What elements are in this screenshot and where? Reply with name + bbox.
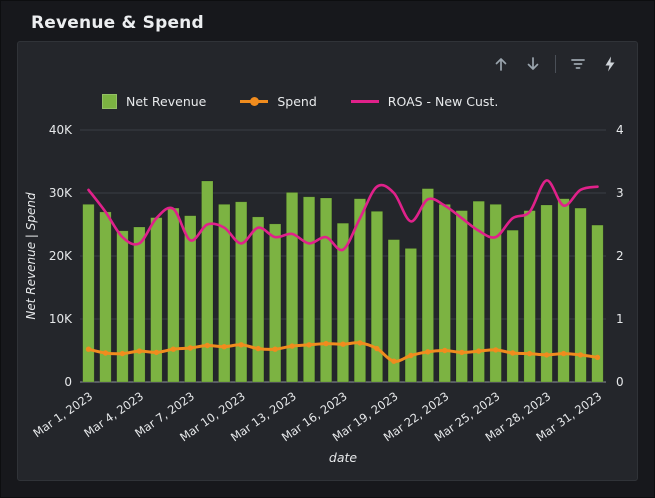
legend-item-net-revenue[interactable]: Net Revenue xyxy=(102,93,207,109)
spend-swatch xyxy=(240,96,269,106)
chart-area[interactable]: 0 10K 20K 30K 40K 0 1 2 3 4 Mar 1, 2023 Mar 4, 2023… xyxy=(20,118,636,474)
svg-text:Net Revenue | Spend: Net Revenue | Spend xyxy=(24,192,38,320)
filter-icon[interactable] xyxy=(565,52,591,76)
svg-text:20K: 20K xyxy=(48,249,72,263)
chart-canvas[interactable]: 010K20K30K40K01234Mar 1, 2023Mar 4, 2023… xyxy=(20,118,632,470)
svg-text:0: 0 xyxy=(64,375,72,389)
page-header: Revenue & Spend xyxy=(1,1,654,41)
legend-item-roas[interactable]: ROAS - New Cust. xyxy=(350,93,499,109)
chart-panel: Net Revenue Spend ROAS - New Cust. 0 10K 2… xyxy=(17,41,638,481)
page-title: Revenue & Spend xyxy=(31,13,204,33)
svg-text:2: 2 xyxy=(616,249,624,263)
legend-item-spend[interactable]: Spend xyxy=(240,93,317,109)
legend-label: ROAS - New Cust. xyxy=(387,93,499,109)
arrow-down-icon[interactable] xyxy=(520,52,546,76)
svg-text:3: 3 xyxy=(616,186,624,200)
arrow-up-icon[interactable] xyxy=(488,52,514,76)
roas-swatch xyxy=(350,99,379,103)
lightning-icon[interactable] xyxy=(597,52,623,76)
svg-text:0: 0 xyxy=(616,375,624,389)
svg-text:40K: 40K xyxy=(48,123,72,137)
toolbar-divider xyxy=(555,55,556,73)
legend-label: Spend xyxy=(277,93,317,109)
legend-label: Net Revenue xyxy=(126,93,207,109)
svg-text:4: 4 xyxy=(616,123,624,137)
net-revenue-swatch xyxy=(102,93,117,109)
chart-legend: Net Revenue Spend ROAS - New Cust. xyxy=(102,88,637,114)
svg-text:date: date xyxy=(328,450,356,465)
svg-text:1: 1 xyxy=(616,312,624,326)
svg-text:10K: 10K xyxy=(48,312,72,326)
svg-text:30K: 30K xyxy=(48,186,72,200)
chart-toolbar xyxy=(488,52,623,76)
